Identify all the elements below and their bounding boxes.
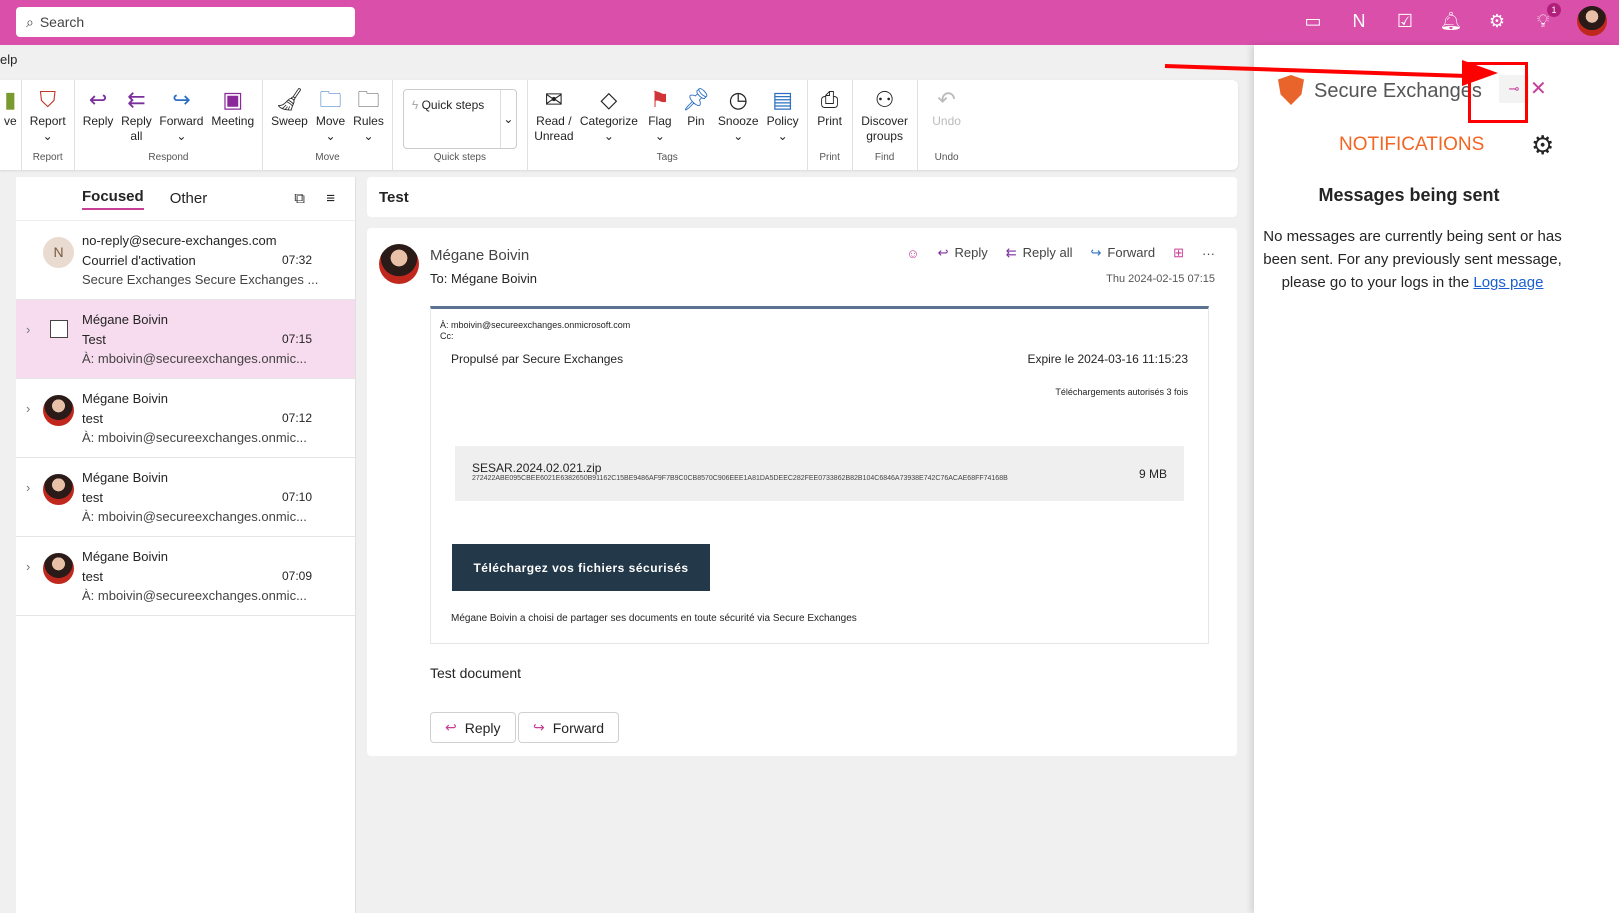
top-bar: ⌕ Search ▭ N ☑ 🔔︎ ⚙ 💡︎ 1 [0, 0, 1619, 45]
flag-button[interactable]: ⚑ Flag ⌄ [642, 80, 678, 152]
people-icon: ⚇ [874, 87, 895, 112]
tab-focused[interactable]: Focused [82, 188, 144, 210]
chevron-right-icon: › [26, 322, 31, 337]
annotation-highlight-box [1468, 62, 1528, 123]
section-heading: Messages being sent [1318, 185, 1500, 205]
emoji-icon[interactable]: ☺ [906, 246, 919, 261]
secure-exchanges-addin: Secure Exchanges ⊸ ✕ NOTIFICATIONS ⚙ Mes… [1254, 45, 1619, 913]
forward-button[interactable]: ↪ Forward ⌄ [155, 80, 207, 152]
subject-header: Test [367, 177, 1237, 217]
notification-badge: 1 [1547, 3, 1561, 17]
avatar [43, 474, 74, 505]
broom-icon: 🧹︎ [275, 87, 304, 112]
quick-steps-dropdown[interactable]: ϟ Quick steps ⌄ [402, 89, 517, 149]
read-unread-button[interactable]: ✉ Read / Unread [532, 80, 576, 152]
list-item[interactable]: › Mégane Boivin test À: mboivin@secureexcha… [16, 458, 355, 537]
bell-icon[interactable]: 🔔︎ [1439, 9, 1463, 33]
policy-icon: ▤ [772, 87, 793, 112]
policy-button[interactable]: ▤ Policy ⌄ [763, 80, 803, 152]
email-body: À: mboivin@secureexchanges.onmicrosoft.c… [430, 306, 1209, 644]
bottom-reply-button[interactable]: ↩ Reply [430, 712, 516, 743]
chevron-right-icon: › [26, 480, 31, 495]
move-button[interactable]: 🗀 Move ⌄ [312, 80, 349, 152]
list-item[interactable]: › Mégane Boivin Test À: mboivin@secureexch… [16, 300, 355, 379]
chevron-right-icon: › [26, 401, 31, 416]
avatar [43, 553, 74, 584]
message-date: Thu 2024-02-15 07:15 [1106, 273, 1215, 285]
snooze-button[interactable]: ◷ Snooze ⌄ [714, 80, 763, 152]
select-checkbox[interactable] [50, 320, 68, 338]
list-item[interactable]: › Mégane Boivin test À: mboivin@secureexcha… [16, 537, 355, 616]
todo-icon[interactable]: ☑ [1393, 9, 1417, 33]
select-icon[interactable]: ⧉ [294, 190, 305, 207]
search-input[interactable]: ⌕ Search [16, 7, 355, 37]
reading-pane: Mégane Boivin To: Mégane Boivin ☺ ↩ Reply… [367, 228, 1237, 756]
forward-icon: ↪ [172, 87, 191, 112]
reply-button[interactable]: ↩ Reply [79, 80, 118, 152]
folder-mail-icon: 🗀 [357, 87, 380, 112]
calendar-reply-icon: ▣ [222, 87, 244, 112]
search-icon: ⌕ [26, 13, 34, 30]
lightning-icon: ϟ [411, 98, 419, 112]
undo-icon: ↶ [937, 87, 956, 112]
list-item[interactable]: › Mégane Boivin test À: mboivin@secureexcha… [16, 379, 355, 458]
download-button[interactable]: Téléchargez vos fichiers sécurisés [452, 544, 710, 591]
notifications-heading: NOTIFICATIONS [1339, 134, 1485, 155]
printer-icon: ⎙ [820, 87, 839, 112]
close-icon[interactable]: ✕ [1530, 76, 1547, 101]
clock-icon: ◷ [728, 87, 748, 112]
sender-avatar [379, 244, 419, 284]
onenote-icon[interactable]: N [1347, 9, 1371, 33]
secure-exchanges-logo-icon [1278, 75, 1304, 105]
chat-icon[interactable]: ▭ [1301, 9, 1325, 33]
sender-name[interactable]: Mégane Boivin [430, 247, 529, 264]
list-item[interactable]: N no-reply@secure-exchanges.com Courriel … [16, 221, 355, 300]
logs-page-link[interactable]: Logs page [1473, 274, 1543, 291]
sweep-button[interactable]: 🧹︎ Sweep [267, 80, 312, 152]
avatar: N [43, 237, 74, 268]
recipient-line: To: Mégane Boivin [430, 271, 537, 286]
reply-all-button[interactable]: ⇇ Reply all [1006, 245, 1073, 261]
attachment-row[interactable]: SESAR.2024.02.021.zip 272422ABE095CBEE60… [455, 446, 1184, 501]
lightbulb-icon[interactable]: 💡︎ 1 [1531, 3, 1561, 33]
tab-other[interactable]: Other [170, 190, 208, 207]
avatar [43, 395, 74, 426]
forward-button[interactable]: ↪ Forward [1091, 245, 1156, 261]
ribbon: ▮ ve ⛉ Report ⌄ Report ↩ Reply ⇇ Reply all ↪ Fo… [0, 80, 1238, 170]
pin-button[interactable]: 📌︎ Pin [678, 80, 714, 152]
gear-icon[interactable]: ⚙ [1531, 130, 1554, 161]
flag-icon: ⚑ [650, 87, 670, 112]
chevron-right-icon: › [26, 559, 31, 574]
pin-icon: 📌︎ [681, 87, 710, 112]
reply-all-icon: ⇇ [127, 87, 146, 112]
folder-move-icon: 🗀 [319, 87, 342, 112]
discover-groups-button[interactable]: ⚇ Discover groups [857, 80, 913, 152]
print-button[interactable]: ⎙ Print [812, 80, 848, 152]
gear-icon[interactable]: ⚙ [1485, 9, 1509, 33]
menu-help[interactable]: elp [0, 52, 17, 67]
shield-alert-icon: ⛉ [39, 87, 56, 112]
more-icon[interactable]: ··· [1202, 246, 1215, 261]
message-list: Focused Other ⧉ ≡ N no-reply@secure-exch… [16, 177, 356, 913]
reply-icon: ↩ [88, 87, 108, 112]
envelope-open-icon: ✉ [544, 87, 564, 112]
meeting-button[interactable]: ▣ Meeting [207, 80, 258, 152]
reply-button[interactable]: ↩ Reply [938, 245, 988, 261]
categorize-button[interactable]: ◇ Categorize ⌄ [576, 80, 642, 152]
undo-button[interactable]: ↶ Undo [922, 80, 972, 152]
apps-icon[interactable]: ⊞ [1173, 245, 1184, 261]
avatar[interactable] [1577, 6, 1607, 36]
report-button[interactable]: ⛉ Report ⌄ [26, 80, 70, 152]
reply-all-button[interactable]: ⇇ Reply all [117, 80, 155, 152]
tag-icon: ◇ [600, 87, 618, 112]
rules-button[interactable]: 🗀 Rules ⌄ [349, 80, 388, 152]
bottom-forward-button[interactable]: ↪ Forward [518, 712, 620, 743]
filter-icon[interactable]: ≡ [326, 190, 335, 207]
addin-title: Secure Exchanges [1314, 80, 1482, 102]
